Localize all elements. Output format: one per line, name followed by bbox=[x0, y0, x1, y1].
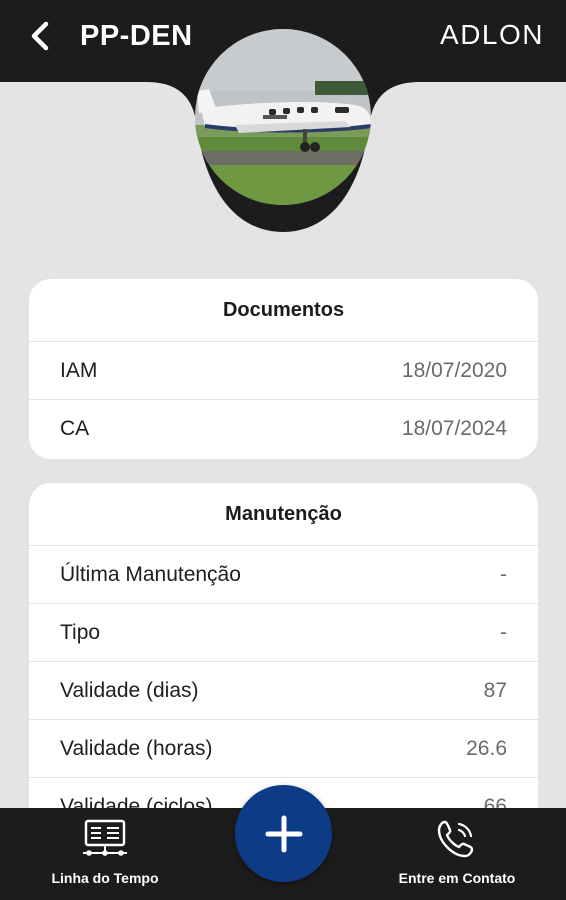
document-date: 18/07/2024 bbox=[401, 417, 507, 440]
back-button[interactable] bbox=[22, 16, 58, 56]
maintenance-row: Validade (dias) 87 bbox=[29, 662, 538, 720]
timeline-icon bbox=[83, 819, 127, 856]
documents-card: Documentos IAM 18/07/2020 CA 18/07/2024 bbox=[29, 279, 538, 459]
contact-button[interactable]: Entre em Contato bbox=[382, 808, 532, 900]
maintenance-value: - bbox=[500, 562, 507, 586]
phone-icon bbox=[437, 820, 474, 858]
maintenance-row: Validade (horas) 26.6 bbox=[29, 720, 538, 778]
plus-icon bbox=[265, 815, 302, 852]
maintenance-label: Última Manutenção bbox=[60, 562, 241, 586]
document-date: 18/07/2020 bbox=[401, 358, 507, 382]
app-header: PP-DEN ADLON bbox=[0, 0, 566, 240]
maintenance-value: - bbox=[500, 620, 507, 644]
maintenance-value: 87 bbox=[483, 678, 507, 702]
documents-title: Documentos bbox=[29, 279, 538, 342]
aircraft-photo bbox=[195, 29, 371, 205]
brand-logo: ADLON bbox=[440, 19, 544, 50]
contact-label: Entre em Contato bbox=[398, 870, 516, 886]
maintenance-title: Manutenção bbox=[29, 483, 538, 546]
timeline-label: Linha do Tempo bbox=[51, 870, 159, 886]
chevron-left-icon bbox=[31, 21, 49, 51]
add-button[interactable] bbox=[235, 785, 332, 882]
timeline-button[interactable]: Linha do Tempo bbox=[30, 808, 180, 900]
document-label: IAM bbox=[60, 358, 98, 382]
document-row[interactable]: IAM 18/07/2020 bbox=[29, 342, 538, 400]
page-title: PP-DEN bbox=[80, 20, 193, 52]
document-row[interactable]: CA 18/07/2024 bbox=[29, 400, 538, 458]
maintenance-label: Tipo bbox=[60, 620, 101, 644]
maintenance-value: 26.6 bbox=[466, 736, 507, 760]
maintenance-row: Tipo - bbox=[29, 604, 538, 662]
aircraft-image bbox=[195, 29, 371, 205]
document-label: CA bbox=[60, 417, 90, 440]
maintenance-label: Validade (horas) bbox=[60, 736, 213, 760]
maintenance-label: Validade (dias) bbox=[60, 678, 199, 702]
maintenance-row: Última Manutenção - bbox=[29, 546, 538, 604]
